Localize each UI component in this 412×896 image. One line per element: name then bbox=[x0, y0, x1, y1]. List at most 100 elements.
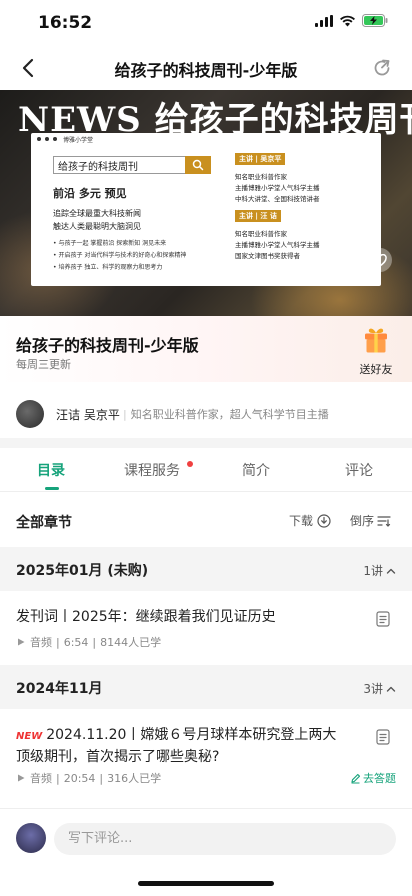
share-icon bbox=[374, 59, 390, 76]
page-title: 给孩子的科技周刊-少年版 bbox=[114, 61, 298, 80]
section-divider bbox=[0, 438, 412, 448]
card-bullet: • 培养孩子 独立、科学的观察力和思考力 bbox=[53, 264, 163, 271]
author-names: 汪诘 吴京平 bbox=[56, 408, 120, 422]
card-search-button bbox=[185, 156, 211, 174]
notification-dot bbox=[187, 461, 193, 467]
group-count: 3讲 bbox=[363, 680, 396, 697]
group-count-label: 3讲 bbox=[363, 682, 383, 696]
course-banner[interactable]: NEWS 给孩子的科技周刊 博雅小学堂 给孩子的科技周刊 前沿 多元 预见 追踪… bbox=[0, 90, 412, 316]
lesson-meta: 音频 | 6:54 | 8144人已学 bbox=[16, 634, 161, 650]
gift-friend-button[interactable]: 送好友 bbox=[350, 325, 402, 377]
lesson-learners: 316人已学 bbox=[107, 772, 162, 785]
author-description: 知名职业科普作家，超人气科学节目主播 bbox=[123, 406, 329, 422]
answer-quiz-button[interactable]: 去答题 bbox=[350, 770, 396, 786]
group-count: 1讲 bbox=[363, 562, 396, 579]
status-time: 16:52 bbox=[38, 13, 93, 33]
audio-icon bbox=[18, 638, 25, 646]
lesson-meta: 音频 | 20:54 | 316人已学 bbox=[16, 770, 161, 786]
card-dot bbox=[53, 137, 57, 141]
host-tag: 主讲 | 吴京平 bbox=[235, 153, 286, 165]
search-icon bbox=[192, 159, 204, 171]
tab-catalog[interactable]: 目录 bbox=[37, 460, 65, 480]
card-topbar: 博雅小学堂 bbox=[31, 133, 381, 145]
tab-bar: 目录 课程服务 简介 评论 bbox=[0, 448, 412, 492]
status-icons bbox=[315, 14, 388, 27]
chapters-title: 全部章节 bbox=[16, 515, 72, 531]
new-badge: NEW bbox=[16, 731, 43, 742]
card-line: 追踪全球最重大科技新闻 bbox=[53, 209, 141, 218]
lesson-duration: 6:54 bbox=[63, 635, 89, 649]
active-tab-indicator bbox=[45, 487, 59, 490]
update-schedule: 每周三更新 bbox=[16, 358, 71, 371]
battery-charging-icon bbox=[362, 14, 388, 27]
list-item[interactable]: 发刊词丨2025年：继续跟着我们见证历史 音频 | 6:54 | 8144人已学 bbox=[0, 591, 412, 665]
favorite-button[interactable] bbox=[368, 248, 392, 272]
author-row[interactable]: 汪诘 吴京平 知名职业科普作家，超人气科学节目主播 bbox=[0, 392, 412, 436]
nav-bar: 给孩子的科技周刊-少年版 bbox=[0, 46, 412, 90]
lesson-duration: 20:54 bbox=[63, 771, 96, 785]
sort-label: 倒序 bbox=[350, 514, 375, 528]
answer-label: 去答题 bbox=[363, 772, 396, 785]
chapter-group-header[interactable]: 2025年01月 (未购) 1讲 bbox=[0, 547, 412, 591]
share-button[interactable] bbox=[368, 54, 396, 82]
card-bullet: • 与孩子一起 掌握前沿 探索新知 洞见未来 bbox=[53, 240, 167, 247]
pencil-icon bbox=[351, 773, 361, 784]
card-dot bbox=[45, 137, 49, 141]
host-info: 中科大讲堂、全国科技馆讲者 bbox=[235, 195, 320, 203]
lesson-type: 音频 bbox=[30, 772, 52, 785]
lesson-title: 发刊词丨2025年：继续跟着我们见证历史 bbox=[16, 609, 276, 625]
card-line: 触达人类最聪明大脑洞见 bbox=[53, 222, 141, 231]
tab-comments[interactable]: 评论 bbox=[345, 460, 373, 480]
lesson-type: 音频 bbox=[30, 636, 52, 649]
gift-icon bbox=[365, 328, 387, 353]
list-item[interactable]: NEW 2024.11.20丨嫦娥６号月球样本研究登上两大顶级期刊，首次揭示了哪些… bbox=[0, 709, 412, 807]
card-subtitle: 前沿 多元 预见 bbox=[53, 187, 127, 200]
tab-intro[interactable]: 简介 bbox=[242, 460, 270, 480]
lesson-learners: 8144人已学 bbox=[100, 636, 162, 649]
host-info: 主播博雅小学堂人气科学主播 bbox=[235, 241, 320, 249]
meta-separator: | bbox=[92, 635, 97, 649]
heart-icon bbox=[373, 253, 387, 267]
download-icon bbox=[317, 513, 331, 528]
meta-separator: | bbox=[56, 635, 60, 649]
card-brand: 博雅小学堂 bbox=[63, 136, 94, 144]
signal-icon bbox=[315, 14, 333, 27]
course-title: 给孩子的科技周刊-少年版 bbox=[16, 336, 199, 355]
course-info: 给孩子的科技周刊-少年版 每周三更新 送好友 bbox=[0, 316, 412, 382]
document-icon[interactable] bbox=[376, 729, 390, 745]
user-avatar bbox=[16, 823, 46, 853]
audio-icon bbox=[18, 774, 25, 782]
banner-card: 博雅小学堂 给孩子的科技周刊 前沿 多元 预见 追踪全球最重大科技新闻 触达人类… bbox=[31, 133, 381, 286]
host-tag: 主讲 | 汪 诘 bbox=[235, 210, 281, 222]
download-button[interactable]: 下载 bbox=[289, 512, 331, 529]
document-icon[interactable] bbox=[376, 611, 390, 627]
sort-button[interactable]: 倒序 bbox=[350, 512, 391, 529]
chapter-group-header[interactable]: 2024年11月 3讲 bbox=[0, 665, 412, 709]
home-indicator[interactable] bbox=[138, 881, 274, 886]
comment-input[interactable]: 写下评论... bbox=[54, 823, 396, 855]
wifi-icon bbox=[340, 15, 355, 26]
group-title: 2024年11月 bbox=[16, 681, 103, 697]
download-label: 下载 bbox=[289, 514, 314, 528]
group-count-label: 1讲 bbox=[363, 564, 383, 578]
host-info: 知名职业科普作家 bbox=[235, 230, 287, 238]
back-button[interactable] bbox=[14, 54, 42, 82]
meta-separator: | bbox=[56, 771, 60, 785]
chapters-header: 全部章节 下载 倒序 bbox=[0, 498, 412, 542]
sort-icon bbox=[377, 515, 391, 527]
status-bar: 16:52 bbox=[0, 0, 412, 46]
tab-course-service[interactable]: 课程服务 bbox=[124, 460, 180, 480]
chevron-up-icon bbox=[386, 686, 396, 692]
chevron-up-icon bbox=[386, 568, 396, 574]
gift-label: 送好友 bbox=[359, 363, 393, 376]
group-title: 2025年01月 (未购) bbox=[16, 563, 149, 579]
host-info: 知名职业科普作家 bbox=[235, 173, 287, 181]
host-info: 国家文津图书奖获得者 bbox=[235, 252, 300, 260]
card-dot bbox=[37, 137, 41, 141]
lesson-title-text: 2024.11.20丨嫦娥６号月球样本研究登上两大顶级期刊，首次揭示了哪些奥秘? bbox=[16, 727, 337, 765]
meta-separator: | bbox=[99, 771, 104, 785]
comment-bar: 写下评论... bbox=[0, 808, 412, 868]
card-bullet: • 开启孩子 对当代科学与技术的好奇心和探索精神 bbox=[53, 252, 187, 259]
author-avatar bbox=[16, 400, 44, 428]
lesson-title: NEW 2024.11.20丨嫦娥６号月球样本研究登上两大顶级期刊，首次揭示了哪些… bbox=[16, 725, 346, 767]
